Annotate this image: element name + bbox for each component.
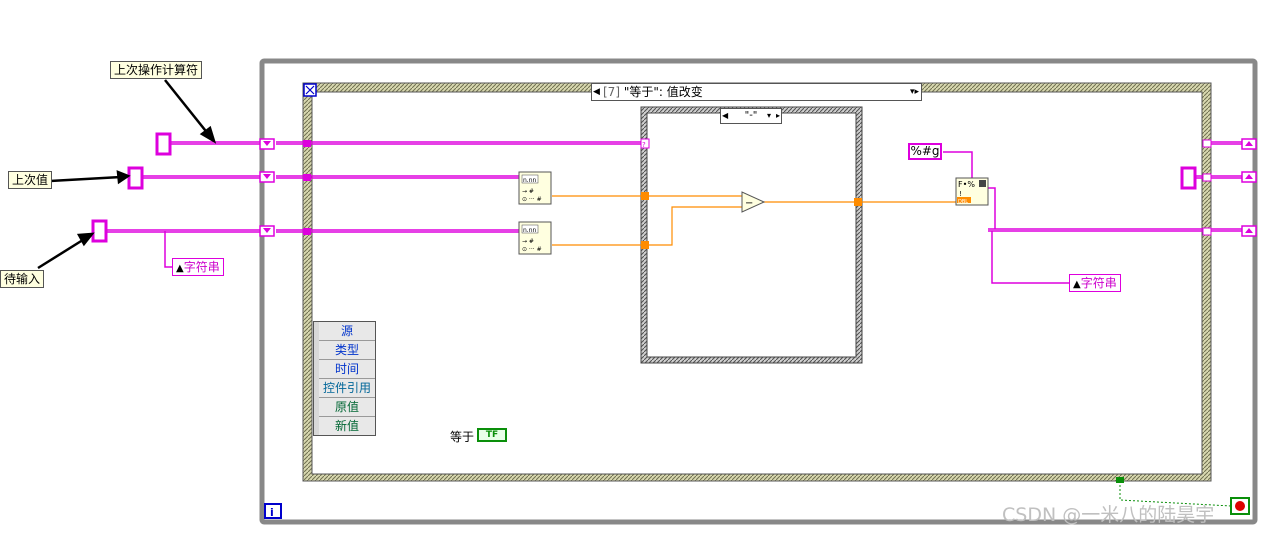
annotation-arrows	[37, 79, 217, 270]
svg-text:n.nn: n.nn	[523, 227, 537, 234]
svg-text:DBL: DBL	[958, 199, 968, 205]
event-data-source: 源	[319, 322, 375, 341]
equal-bool-terminal[interactable]: TF	[477, 428, 507, 442]
home-icon-2: ▲	[1073, 279, 1081, 290]
equal-control-label: 等于	[450, 430, 475, 444]
event-data-time: 时间	[319, 360, 375, 379]
event-data-type: 类型	[319, 341, 375, 360]
last-operator-label: 上次操作计算符	[110, 61, 203, 79]
svg-text:?: ?	[642, 141, 646, 149]
stop-icon	[1235, 501, 1245, 511]
last-value-label: 上次值	[8, 171, 53, 189]
case-dropdown-icon[interactable]: ▾▸	[901, 84, 919, 100]
svg-text:!: !	[959, 190, 962, 198]
inner-prev-icon[interactable]: ◀	[722, 109, 728, 123]
home-icon: ▲	[176, 263, 184, 274]
inner-next-icon[interactable]: ▸	[776, 109, 780, 123]
event-case-label: [7] "等于": 值改变	[603, 85, 703, 99]
inner-dropdown-icon[interactable]: ▾	[767, 109, 771, 123]
watermark: CSDN @一米八的陆昊宇	[1002, 504, 1215, 526]
string-property-node[interactable]: ▲字符串	[172, 258, 224, 276]
svg-text:−: −	[745, 198, 753, 209]
event-case-selector[interactable]: ◀ [7] "等于": 值改变 ▾▸	[591, 83, 922, 101]
string-property-node-2[interactable]: ▲字符串	[1069, 274, 1121, 292]
inner-case-label: "-"	[744, 110, 758, 121]
pending-input-label: 待输入	[0, 270, 45, 288]
event-data-ctlref: 控件引用	[319, 379, 375, 398]
svg-text:→ #: → #	[522, 188, 534, 195]
svg-text:n.nn: n.nn	[523, 177, 537, 184]
loop-iteration-icon: i	[270, 506, 274, 519]
format-string-constant[interactable]: %#g	[908, 143, 942, 160]
inner-case-selector[interactable]: ◀ "-" ▾ ▸	[720, 108, 782, 124]
event-data-node[interactable]: 源 类型 时间 控件引用 原值 新值	[313, 321, 376, 436]
format-into-string-icon[interactable]: F•% ! DBL	[955, 177, 989, 206]
svg-text:⊙ ··· #: ⊙ ··· #	[522, 246, 542, 253]
event-data-oldval: 原值	[319, 398, 375, 417]
svg-text:→ #: → #	[522, 238, 534, 245]
svg-text:F•%: F•%	[958, 180, 975, 189]
event-data-newval: 新值	[319, 417, 375, 435]
prev-case-icon[interactable]: ◀	[593, 84, 603, 100]
svg-text:⊙ ··· #: ⊙ ··· #	[522, 196, 542, 203]
